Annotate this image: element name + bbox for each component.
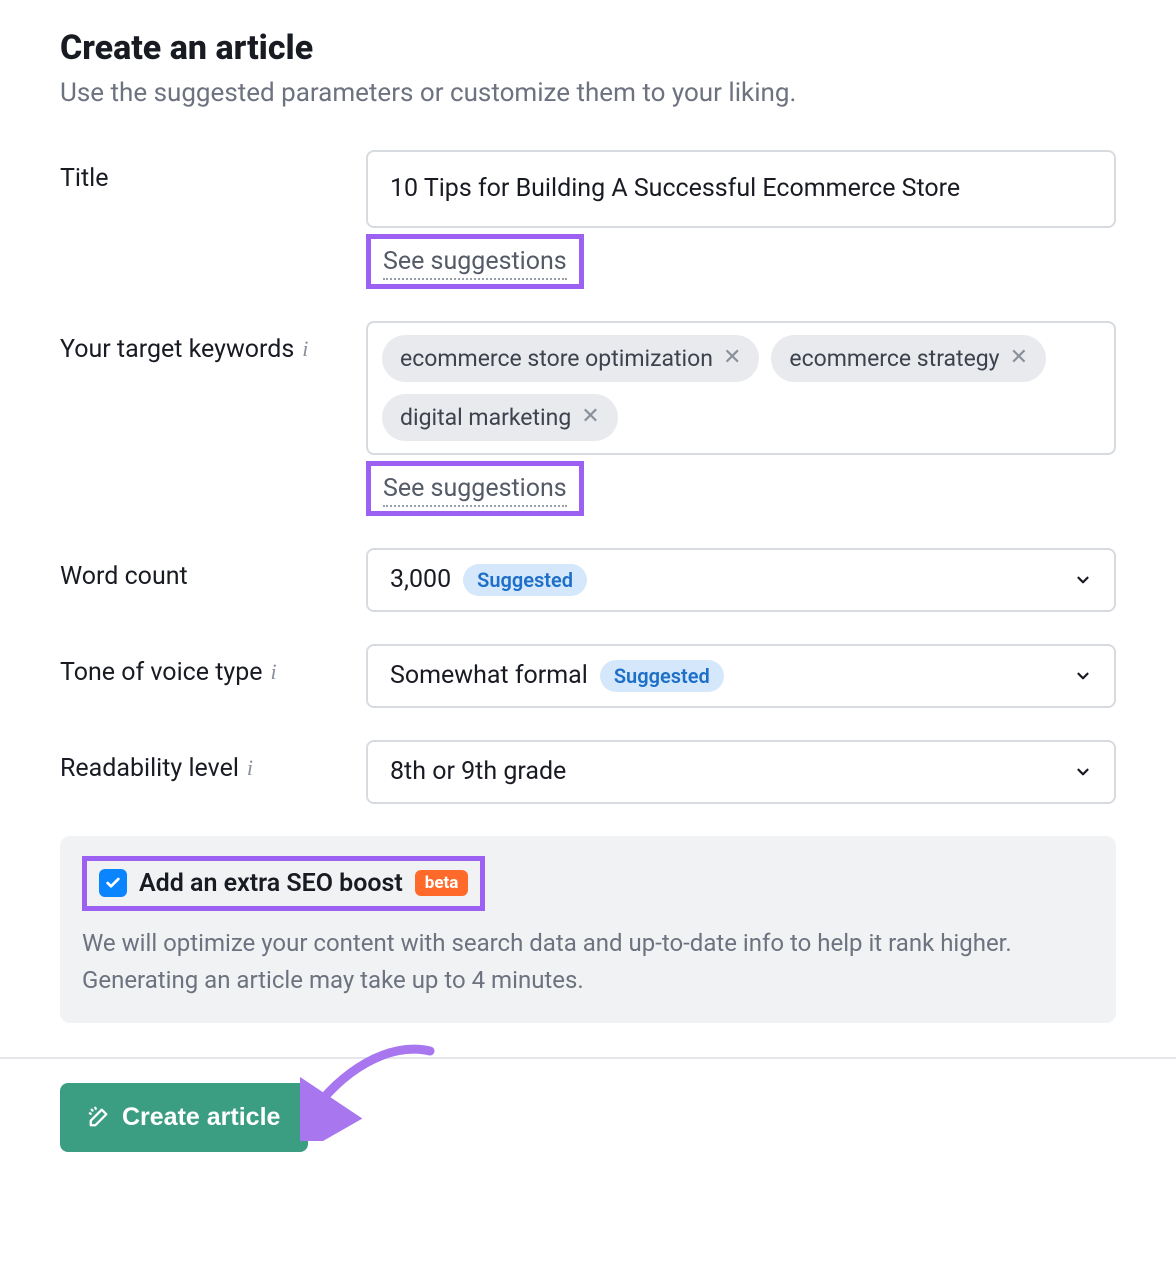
chevron-down-icon xyxy=(1074,667,1092,685)
keyword-chip: digital marketing ✕ xyxy=(382,394,618,441)
annotation-arrow-icon xyxy=(300,1041,450,1141)
remove-keyword-icon[interactable]: ✕ xyxy=(581,406,599,428)
keyword-chip-label: digital marketing xyxy=(400,404,571,431)
beta-badge: beta xyxy=(415,870,469,896)
tone-select[interactable]: Somewhat formal Suggested xyxy=(366,644,1116,708)
check-icon xyxy=(105,875,121,891)
keywords-suggestions-highlight: See suggestions xyxy=(366,461,584,516)
page-subtitle: Use the suggested parameters or customiz… xyxy=(60,78,1116,108)
keyword-chip-label: ecommerce store optimization xyxy=(400,345,713,372)
keyword-chip: ecommerce store optimization ✕ xyxy=(382,335,759,382)
info-icon[interactable]: i xyxy=(302,336,308,362)
readability-label: Readability level xyxy=(60,754,239,783)
create-article-button[interactable]: Create article xyxy=(60,1083,308,1152)
seo-label: Add an extra SEO boost xyxy=(139,869,403,898)
title-suggestions-highlight: See suggestions xyxy=(366,234,584,289)
keywords-see-suggestions-link[interactable]: See suggestions xyxy=(383,474,567,507)
info-icon[interactable]: i xyxy=(247,755,253,781)
readability-select[interactable]: 8th or 9th grade xyxy=(366,740,1116,804)
title-label: Title xyxy=(60,164,109,193)
remove-keyword-icon[interactable]: ✕ xyxy=(1010,347,1028,369)
tone-value: Somewhat formal xyxy=(390,661,588,690)
keyword-chip-label: ecommerce strategy xyxy=(789,345,999,372)
suggested-badge: Suggested xyxy=(600,660,724,692)
seo-description: We will optimize your content with searc… xyxy=(82,925,1094,999)
page-title: Create an article xyxy=(60,28,1116,68)
title-input[interactable]: 10 Tips for Building A Successful Ecomme… xyxy=(366,150,1116,228)
create-article-label: Create article xyxy=(122,1103,280,1132)
keyword-chip: ecommerce strategy ✕ xyxy=(771,335,1046,382)
readability-value: 8th or 9th grade xyxy=(390,757,566,786)
chevron-down-icon xyxy=(1074,763,1092,781)
seo-header-highlight: Add an extra SEO boost beta xyxy=(82,856,485,911)
seo-checkbox[interactable] xyxy=(99,869,127,897)
wordcount-label: Word count xyxy=(60,562,188,591)
suggested-badge: Suggested xyxy=(463,564,587,596)
keywords-label: Your target keywords xyxy=(60,335,294,364)
tone-label: Tone of voice type xyxy=(60,658,263,687)
wordcount-value: 3,000 xyxy=(390,565,451,594)
magic-wand-icon xyxy=(88,1106,110,1128)
seo-boost-panel: Add an extra SEO boost beta We will opti… xyxy=(60,836,1116,1023)
keywords-input[interactable]: ecommerce store optimization ✕ ecommerce… xyxy=(366,321,1116,455)
wordcount-select[interactable]: 3,000 Suggested xyxy=(366,548,1116,612)
remove-keyword-icon[interactable]: ✕ xyxy=(723,347,741,369)
chevron-down-icon xyxy=(1074,571,1092,589)
info-icon[interactable]: i xyxy=(271,659,277,685)
title-see-suggestions-link[interactable]: See suggestions xyxy=(383,247,567,280)
